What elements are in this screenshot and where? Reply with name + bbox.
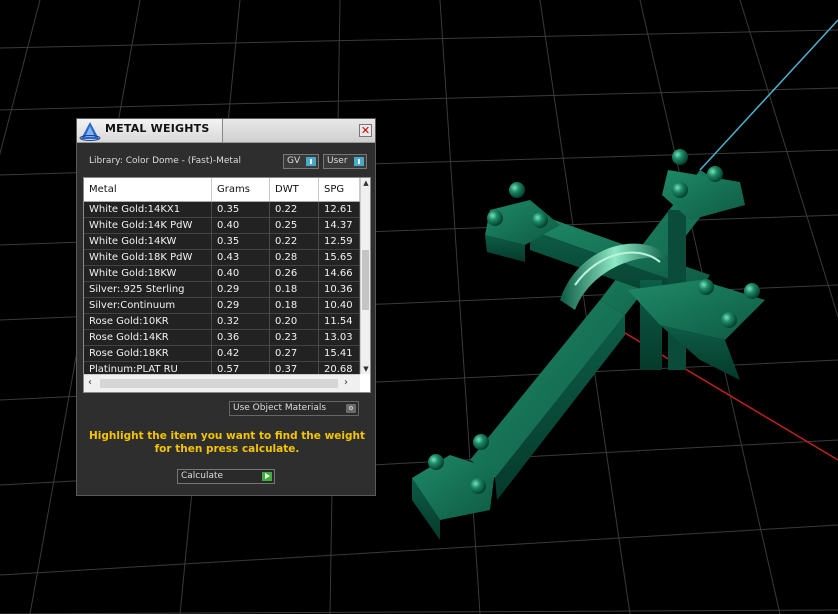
cell-grams: 0.35 <box>212 202 270 218</box>
cell-spg: 11.54 <box>319 314 360 330</box>
cell-grams: 0.57 <box>212 362 270 374</box>
panel-title: METAL WEIGHTS <box>105 122 210 135</box>
gv-toggle[interactable]: GV <box>283 154 319 169</box>
cell-grams: 0.43 <box>212 250 270 266</box>
use-object-materials-toggle[interactable]: Use Object Materials <box>229 401 359 416</box>
vertical-scrollbar[interactable]: ▲ ▼ <box>360 178 370 374</box>
cell-spg: 15.65 <box>319 250 360 266</box>
cell-grams: 0.36 <box>212 330 270 346</box>
cell-spg: 15.41 <box>319 346 360 362</box>
table-row[interactable]: Rose Gold:18KR 0.42 0.27 15.41 <box>84 346 360 362</box>
cell-spg: 12.59 <box>319 234 360 250</box>
cell-grams: 0.40 <box>212 266 270 282</box>
cell-spg: 10.40 <box>319 298 360 314</box>
cell-grams: 0.42 <box>212 346 270 362</box>
column-header-metal[interactable]: Metal <box>84 178 212 201</box>
horizontal-scrollbar[interactable]: ‹ › <box>84 374 360 392</box>
cell-metal: Rose Gold:14KR <box>84 330 212 346</box>
cell-dwt: 0.18 <box>270 298 319 314</box>
table-header: Metal Grams DWT SPG <box>84 178 360 202</box>
play-arrow-icon <box>262 472 272 481</box>
cell-dwt: 0.37 <box>270 362 319 374</box>
use-object-materials-label: Use Object Materials <box>233 403 327 413</box>
table-row[interactable]: White Gold:14KX1 0.35 0.22 12.61 <box>84 202 360 218</box>
user-toggle[interactable]: User <box>323 154 367 169</box>
table-row[interactable]: Silver:Continuum 0.29 0.18 10.40 <box>84 298 360 314</box>
table-row[interactable]: White Gold:18K PdW 0.43 0.28 15.65 <box>84 250 360 266</box>
cell-grams: 0.35 <box>212 234 270 250</box>
library-label: Library: Color Dome - (Fast)-Metal <box>89 156 241 166</box>
cell-metal: White Gold:14KX1 <box>84 202 212 218</box>
toggle-indicator-icon <box>354 157 364 166</box>
user-toggle-label: User <box>327 156 348 166</box>
calculate-label: Calculate <box>181 471 224 481</box>
cell-metal: White Gold:14K PdW <box>84 218 212 234</box>
cell-metal: Platinum:PLAT RU <box>84 362 212 374</box>
toggle-indicator-icon <box>306 157 316 166</box>
cell-spg: 20.68 <box>319 362 360 374</box>
panel-titlebar[interactable]: METAL WEIGHTS ✕ <box>77 119 375 143</box>
cell-spg: 13.03 <box>319 330 360 346</box>
radio-indicator-icon <box>346 404 356 413</box>
cell-metal: Rose Gold:18KR <box>84 346 212 362</box>
cell-grams: 0.32 <box>212 314 270 330</box>
cell-dwt: 0.22 <box>270 202 319 218</box>
cell-metal: Silver:.925 Sterling <box>84 282 212 298</box>
scroll-up-icon[interactable]: ▲ <box>361 178 370 188</box>
cell-spg: 14.66 <box>319 266 360 282</box>
cell-spg: 10.36 <box>319 282 360 298</box>
table-row[interactable]: White Gold:14K PdW 0.40 0.25 14.37 <box>84 218 360 234</box>
cell-dwt: 0.18 <box>270 282 319 298</box>
table-row[interactable]: Rose Gold:10KR 0.32 0.20 11.54 <box>84 314 360 330</box>
close-icon[interactable]: ✕ <box>359 124 372 137</box>
instruction-text: Highlight the item you want to find the … <box>89 430 365 455</box>
table-row[interactable]: White Gold:18KW 0.40 0.26 14.66 <box>84 266 360 282</box>
cell-grams: 0.29 <box>212 298 270 314</box>
cell-grams: 0.29 <box>212 282 270 298</box>
gv-toggle-label: GV <box>287 156 301 166</box>
cell-dwt: 0.26 <box>270 266 319 282</box>
table-body: White Gold:14KX1 0.35 0.22 12.61 White G… <box>84 202 360 374</box>
cell-spg: 14.37 <box>319 218 360 234</box>
scroll-down-icon[interactable]: ▼ <box>361 364 370 374</box>
cell-dwt: 0.23 <box>270 330 319 346</box>
app-logo-icon <box>79 122 101 141</box>
cell-metal: White Gold:18KW <box>84 266 212 282</box>
axis-blue-line <box>699 19 838 171</box>
cell-grams: 0.40 <box>212 218 270 234</box>
table-row[interactable]: White Gold:14KW 0.35 0.22 12.59 <box>84 234 360 250</box>
3d-model-cross[interactable] <box>412 149 765 540</box>
cell-metal: Silver:Continuum <box>84 298 212 314</box>
scroll-thumb[interactable] <box>100 379 338 388</box>
cell-spg: 12.61 <box>319 202 360 218</box>
table-row[interactable]: Rose Gold:14KR 0.36 0.23 13.03 <box>84 330 360 346</box>
cell-metal: Rose Gold:10KR <box>84 314 212 330</box>
scroll-left-icon[interactable]: ‹ <box>88 377 92 388</box>
titlebar-fill <box>223 119 375 143</box>
cell-metal: White Gold:14KW <box>84 234 212 250</box>
cell-dwt: 0.20 <box>270 314 319 330</box>
cell-dwt: 0.25 <box>270 218 319 234</box>
table-row[interactable]: Platinum:PLAT RU 0.57 0.37 20.68 <box>84 362 360 374</box>
column-header-grams[interactable]: Grams <box>212 178 270 201</box>
cell-dwt: 0.27 <box>270 346 319 362</box>
column-header-dwt[interactable]: DWT <box>270 178 319 201</box>
metal-weights-panel: METAL WEIGHTS ✕ Library: Color Dome - (F… <box>76 118 376 496</box>
cell-dwt: 0.28 <box>270 250 319 266</box>
title-tab: METAL WEIGHTS <box>77 119 223 143</box>
calculate-button[interactable]: Calculate <box>177 469 275 484</box>
scroll-thumb[interactable] <box>362 250 369 310</box>
table-row[interactable]: Silver:.925 Sterling 0.29 0.18 10.36 <box>84 282 360 298</box>
scroll-right-icon[interactable]: › <box>344 377 348 388</box>
cell-metal: White Gold:18K PdW <box>84 250 212 266</box>
column-header-spg[interactable]: SPG <box>319 178 360 201</box>
metal-table: Metal Grams DWT SPG White Gold:14KX1 0.3… <box>83 177 371 393</box>
cell-dwt: 0.22 <box>270 234 319 250</box>
